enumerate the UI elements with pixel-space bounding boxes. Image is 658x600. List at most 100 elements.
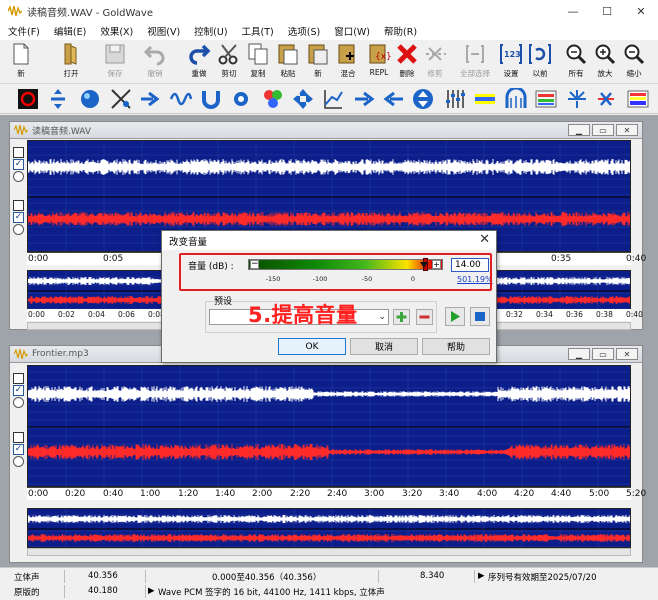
minimize-button[interactable]: — [556, 0, 590, 22]
effect-tool-16[interactable] [474, 88, 496, 110]
select-all-button[interactable]: 全部选择 [458, 42, 492, 82]
new-button[interactable]: 新 [4, 42, 38, 82]
menu-tools[interactable]: 工具(T) [242, 24, 274, 38]
dialog-title: 改变音量 [169, 236, 208, 248]
menu-help[interactable]: 帮助(R) [384, 24, 417, 38]
effect-tool-5[interactable] [139, 88, 161, 110]
paste-button[interactable]: 粘贴 [271, 42, 305, 82]
stop-preview-button[interactable] [470, 307, 490, 326]
overview-waveform-2[interactable] [27, 508, 631, 548]
paste-new-button[interactable]: 新 [301, 42, 335, 82]
sound-window-1-minimize[interactable]: ▁ [568, 124, 590, 136]
menu-control[interactable]: 控制(U) [194, 24, 227, 38]
effect-tool-21[interactable] [627, 88, 649, 110]
ruler-tick-label: 0:40 [626, 254, 647, 264]
effect-tool-15[interactable] [444, 88, 466, 110]
effect-tool-3[interactable] [79, 88, 101, 110]
redo-button[interactable]: 重做 [182, 42, 216, 82]
effect-tool-13[interactable] [383, 88, 405, 110]
delete-icon [397, 44, 417, 64]
plus-icon [396, 312, 407, 322]
right-channel-toggle-2[interactable] [13, 432, 24, 443]
pan-icon [324, 90, 343, 109]
trim-button[interactable]: 修剪 [418, 42, 452, 82]
effect-tool-11[interactable] [322, 88, 344, 110]
cancel-button[interactable]: 取消 [350, 338, 418, 355]
svg-text:{x}: {x} [375, 52, 391, 62]
left-channel-checkbox-2[interactable]: ✓ [13, 385, 24, 396]
right-channel-toggle[interactable] [13, 200, 24, 211]
effect-tool-6[interactable] [169, 88, 193, 110]
previous-button[interactable]: 以前 [523, 42, 557, 82]
sound-window-2-minimize[interactable]: ▁ [568, 348, 590, 360]
redo-icon [189, 44, 211, 65]
copy-button[interactable]: 复制 [241, 42, 275, 82]
zoom-in-icon [595, 44, 616, 65]
help-button[interactable]: 帮助 [422, 338, 490, 355]
sound-file-icon [14, 349, 28, 359]
effect-tool-7[interactable] [200, 88, 222, 110]
effect-tool-8[interactable] [230, 88, 252, 110]
left-channel-controls-2: ✓ [13, 373, 28, 408]
effect-tool-4[interactable] [110, 88, 132, 110]
save-button[interactable]: 保存 [98, 42, 132, 82]
effect-tool-10[interactable] [292, 88, 314, 110]
status-bar: 立体声 40.356 0.000至40.356（40.356） 8.340 ▶ … [0, 567, 658, 600]
remove-preset-button[interactable] [416, 309, 433, 325]
menu-window[interactable]: 窗口(W) [334, 24, 370, 38]
menu-effects[interactable]: 效果(X) [100, 24, 133, 38]
right-channel-checkbox-2[interactable]: ✓ [13, 444, 24, 455]
dialog-close-button[interactable]: ✕ [479, 232, 490, 247]
right-channel-radio-2[interactable] [13, 456, 24, 467]
close-button[interactable]: ✕ [624, 0, 658, 22]
zoom-out-button[interactable]: 缩小 [617, 42, 651, 82]
effect-tool-18[interactable] [535, 88, 557, 110]
left-channel-radio[interactable] [13, 171, 24, 182]
ok-button[interactable]: OK [278, 338, 346, 355]
effect-tool-12[interactable] [353, 88, 375, 110]
effect-tool-17[interactable] [505, 86, 527, 110]
time-ruler-2[interactable]: 0:00 0:20 0:40 1:00 1:20 1:40 2:00 2:20 2:40 3:00… [27, 487, 646, 500]
annotation-label: 5.提高音量 [248, 303, 358, 327]
undo-icon [143, 45, 165, 66]
right-channel-checkbox[interactable]: ✓ [13, 212, 24, 223]
play-preview-button[interactable] [445, 307, 465, 326]
previous-icon [529, 44, 551, 64]
effect-tool-9[interactable] [262, 88, 284, 110]
copy-icon [248, 43, 268, 65]
add-preset-button[interactable] [393, 309, 410, 325]
sound-window-2-close[interactable]: ✕ [616, 348, 638, 360]
status-selection: 0.000至40.356（40.356） [212, 573, 322, 583]
open-button[interactable]: 打开 [54, 42, 88, 82]
play-icon [451, 311, 460, 322]
sound-file-icon [14, 125, 28, 135]
pitch-icon [413, 89, 433, 109]
menu-file[interactable]: 文件(F) [8, 24, 40, 38]
select-all-icon [466, 45, 484, 63]
right-channel-radio[interactable] [13, 224, 24, 235]
waveform-main-2[interactable] [27, 365, 631, 487]
sound-window-2-maximize[interactable]: ▭ [592, 348, 614, 360]
left-channel-toggle-2[interactable] [13, 373, 24, 384]
sound-window-1-maximize[interactable]: ▭ [592, 124, 614, 136]
effect-tool-20[interactable] [595, 88, 617, 110]
ruler-tick-label: 2:40 [327, 489, 348, 499]
effect-tool-19[interactable] [566, 88, 588, 110]
effect-tool-2[interactable] [47, 88, 69, 110]
horizontal-scrollbar-2[interactable] [27, 548, 631, 556]
effect-tool-14[interactable] [412, 88, 434, 110]
left-channel-radio-2[interactable] [13, 397, 24, 408]
mix-button[interactable]: 混合 [331, 42, 365, 82]
menu-options[interactable]: 选项(S) [288, 24, 320, 38]
maximize-button[interactable]: ☐ [590, 0, 624, 22]
stop-record-icon [18, 89, 38, 109]
ruler-tick-label: 1:00 [140, 489, 161, 499]
left-channel-toggle[interactable] [13, 147, 24, 158]
left-channel-checkbox[interactable]: ✓ [13, 159, 24, 170]
undo-button[interactable]: 撤销 [138, 42, 172, 82]
effect-tool-1[interactable] [17, 88, 39, 110]
menu-view[interactable]: 视图(V) [147, 24, 180, 38]
sound-window-1-close[interactable]: ✕ [616, 124, 638, 136]
sound-window-1-titlebar: 读稿音频.WAV ▁ ▭ ✕ [10, 122, 642, 139]
menu-edit[interactable]: 编辑(E) [54, 24, 86, 38]
